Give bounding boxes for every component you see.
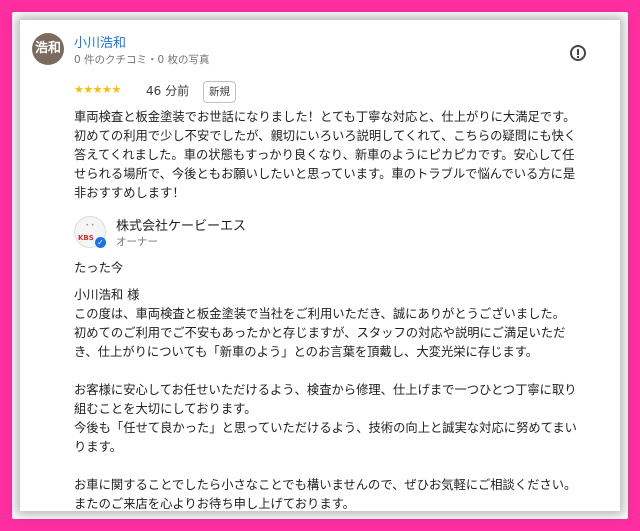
reply-time: たった今: [74, 261, 124, 275]
reviewer-meta: 0 件のクチコミ・0 枚の写真: [74, 54, 210, 66]
owner-reply-text: 小川浩和 様 この度は、車両検査と板金塗装で当社をご利用いただき、誠にありがとう…: [74, 288, 577, 511]
star-rating: ★★★★★: [74, 83, 121, 96]
logo-face-icon: • •: [85, 222, 95, 229]
logo-text: KBS: [78, 234, 94, 242]
verified-check-icon: ✓: [95, 237, 106, 248]
owner-name: 株式会社ケービーエス: [116, 219, 247, 234]
reviewer-name-link[interactable]: 小川浩和: [74, 32, 126, 51]
reviewer-avatar[interactable]: 浩和: [32, 33, 64, 65]
report-icon[interactable]: [570, 45, 586, 61]
owner-role: オーナー: [116, 236, 158, 248]
review-time: 46 分前: [146, 84, 190, 98]
new-badge: 新規: [203, 81, 236, 103]
review-text: 車両検査と板金塗装でお世話になりました！とても丁寧な対応と、仕上がりに大満足です…: [74, 110, 577, 200]
review-card: 浩和 小川浩和 0 件のクチコミ・0 枚の写真 ★★★★★ 46 分前 新規 車…: [20, 20, 620, 511]
